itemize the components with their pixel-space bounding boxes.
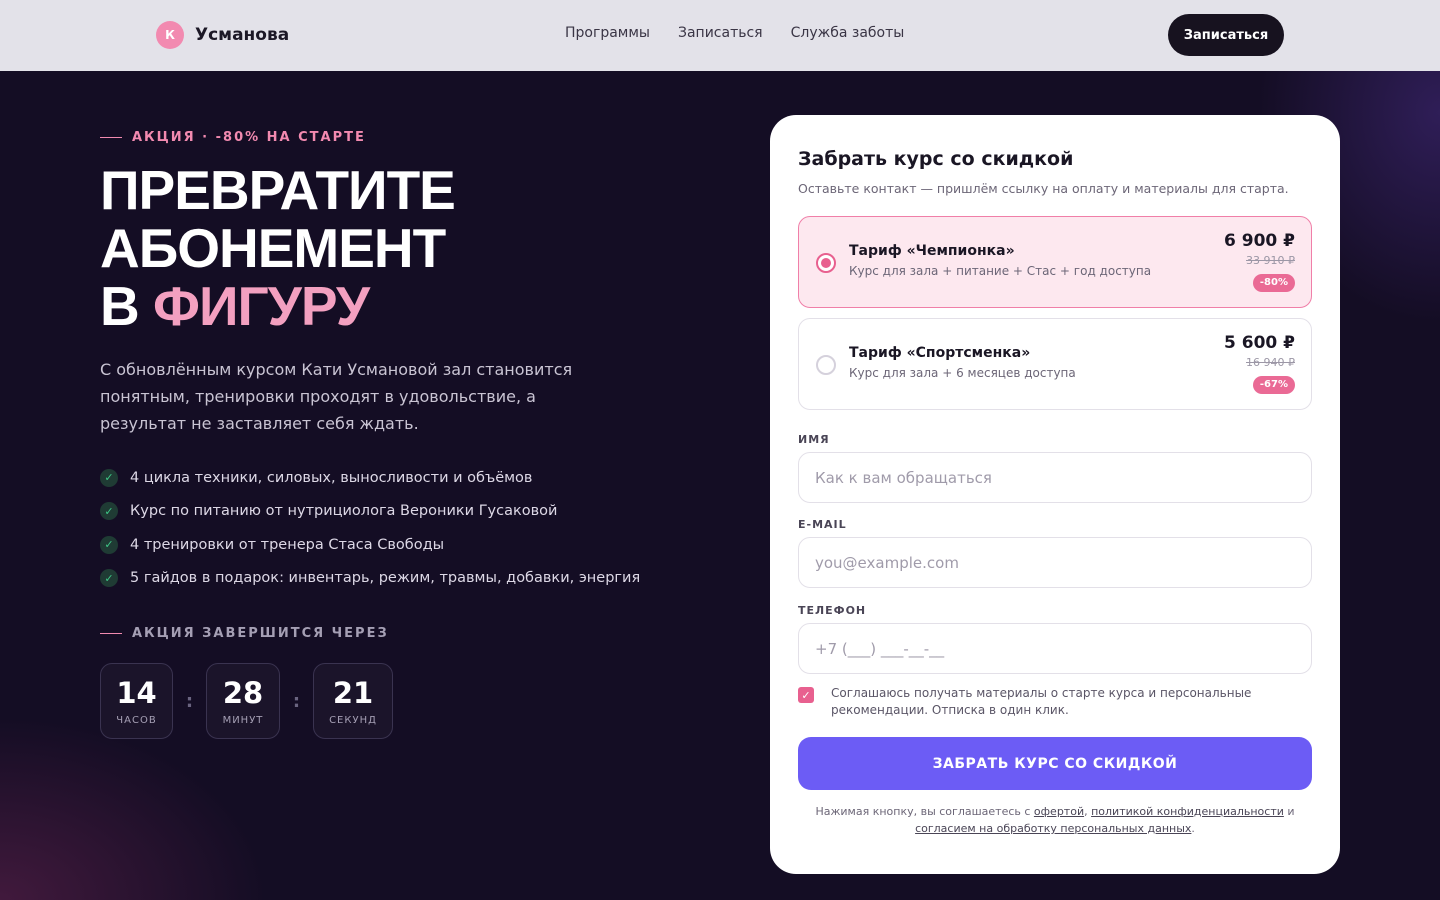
hero-title-line1: ПРЕВРАТИТЕ	[100, 159, 456, 221]
kicker-dash	[100, 137, 122, 138]
promo-kicker-text: АКЦИЯ · -80% НА СТАРТЕ	[132, 130, 366, 145]
plan-option-sportswoman[interactable]: Тариф «Спортсменка» Курс для зала + 6 ме…	[798, 318, 1312, 410]
feature-text: 4 тренировки от тренера Стаса Свободы	[130, 536, 445, 553]
name-label: ИМЯ	[798, 433, 830, 446]
feature-text: 5 гайдов в подарок: инвентарь, режим, тр…	[130, 570, 641, 587]
feature-item: ✓ Курс по питанию от нутрициолога Верони…	[100, 495, 640, 529]
timer-seconds-value: 21	[332, 675, 374, 710]
main-nav: Программы Записаться Служба заботы	[565, 25, 904, 41]
phone-label: ТЕЛЕФОН	[798, 604, 867, 617]
promo-kicker: АКЦИЯ · -80% НА СТАРТЕ	[100, 130, 366, 145]
legal-separator: ,	[1084, 805, 1088, 818]
countdown-timer: 14 ЧАСОВ : 28 МИНУТ : 21 СЕКУНД	[100, 663, 393, 739]
plan-option-champion[interactable]: Тариф «Чемпионка» Курс для зала + питани…	[798, 216, 1312, 308]
plan-price: 6 900 ₽	[1224, 231, 1295, 251]
email-label: E-MAIL	[798, 518, 847, 531]
legal-and: и	[1287, 805, 1295, 818]
timer-minutes: 28 МИНУТ	[206, 663, 280, 739]
check-icon: ✓	[100, 535, 118, 554]
hero-title: ПРЕВРАТИТЕ АБОНЕМЕНТ В ФИГУРУ	[100, 159, 456, 337]
plan-name: Тариф «Чемпионка»	[849, 243, 1015, 259]
form-subtitle: Оставьте контакт — пришлём ссылку на опл…	[798, 181, 1289, 196]
timer-seconds: 21 СЕКУНД	[313, 663, 393, 739]
offer-link[interactable]: офертой	[1034, 805, 1084, 818]
phone-input[interactable]	[798, 623, 1312, 674]
plan-price: 5 600 ₽	[1224, 333, 1295, 353]
logo-text: Усманова	[195, 25, 290, 45]
hero-section: АКЦИЯ · -80% НА СТАРТЕ ПРЕВРАТИТЕ АБОНЕМ…	[0, 71, 1440, 900]
timer-hours-label: ЧАСОВ	[116, 714, 157, 726]
privacy-policy-link[interactable]: политикой конфиденциальности	[1091, 805, 1284, 818]
legal-notice: Нажимая кнопку, вы соглашаетесь с оферто…	[798, 803, 1312, 837]
timer-separator: :	[185, 690, 194, 712]
hero-lead: С обновлённым курсом Кати Усмановой зал …	[100, 360, 573, 433]
site-header: К Усманова Программы Записаться Служба з…	[0, 0, 1440, 71]
plan-description: Курс для зала + питание + Стас + год дос…	[849, 264, 1152, 278]
check-icon: ✓	[100, 502, 118, 521]
header-signup-button[interactable]: Записаться	[1168, 14, 1284, 56]
name-input[interactable]	[798, 452, 1312, 503]
timer-separator: :	[292, 690, 301, 712]
plan-old-price: 16 940 ₽	[1246, 356, 1295, 369]
check-icon: ✓	[100, 569, 118, 588]
consent-row: ✓ Соглашаюсь получать материалы о старте…	[798, 685, 1312, 719]
timer-hours: 14 ЧАСОВ	[100, 663, 173, 739]
check-icon: ✓	[100, 468, 118, 487]
radio-selected-icon[interactable]	[816, 253, 836, 273]
nav-link-signup[interactable]: Записаться	[678, 25, 763, 41]
signup-form-card: Забрать курс со скидкой Оставьте контакт…	[770, 115, 1340, 874]
hero-title-accent: ФИГУРУ	[153, 275, 370, 337]
form-title: Забрать курс со скидкой	[798, 148, 1074, 170]
checkbox-checked-icon[interactable]: ✓	[798, 687, 814, 703]
hero-title-line3-pre: В	[100, 275, 140, 337]
radio-empty-icon[interactable]	[816, 355, 836, 375]
hero-title-line2: АБОНЕМЕНТ	[100, 217, 446, 279]
timer-kicker-text: АКЦИЯ ЗАВЕРШИТСЯ ЧЕРЕЗ	[132, 626, 389, 641]
timer-kicker: АКЦИЯ ЗАВЕРШИТСЯ ЧЕРЕЗ	[100, 626, 389, 641]
timer-minutes-label: МИНУТ	[222, 714, 264, 726]
timer-seconds-label: СЕКУНД	[329, 714, 377, 726]
data-consent-link[interactable]: согласием на обработку персональных данн…	[915, 822, 1191, 835]
logo[interactable]: К Усманова	[156, 21, 289, 49]
logo-mark: К	[156, 21, 184, 49]
feature-item: ✓ 4 цикла техники, силовых, выносливости…	[100, 461, 640, 495]
timer-hours-value: 14	[116, 675, 157, 710]
legal-text: Нажимая кнопку, вы соглашаетесь с	[815, 805, 1031, 818]
consent-text: Соглашаюсь получать материалы о старте к…	[831, 686, 1252, 717]
email-input[interactable]	[798, 537, 1312, 588]
plan-name: Тариф «Спортсменка»	[849, 345, 1031, 361]
plan-description: Курс для зала + 6 месяцев доступа	[849, 366, 1076, 380]
feature-item: ✓ 4 тренировки от тренера Стаса Свободы	[100, 528, 640, 562]
discount-badge: -80%	[1252, 274, 1295, 292]
plan-old-price: 33 910 ₽	[1246, 254, 1295, 267]
feature-list: ✓ 4 цикла техники, силовых, выносливости…	[100, 461, 640, 595]
submit-button[interactable]: ЗАБРАТЬ КУРС СО СКИДКОЙ	[798, 737, 1312, 790]
feature-text: 4 цикла техники, силовых, выносливости и…	[130, 469, 533, 486]
kicker-dash	[100, 633, 122, 634]
nav-link-programs[interactable]: Программы	[565, 25, 650, 41]
legal-end: .	[1191, 822, 1195, 835]
feature-text: Курс по питанию от нутрициолога Вероники…	[130, 503, 558, 520]
nav-link-support[interactable]: Служба заботы	[791, 25, 905, 41]
discount-badge: -67%	[1252, 376, 1295, 394]
feature-item: ✓ 5 гайдов в подарок: инвентарь, режим, …	[100, 562, 640, 596]
timer-minutes-value: 28	[222, 675, 264, 710]
